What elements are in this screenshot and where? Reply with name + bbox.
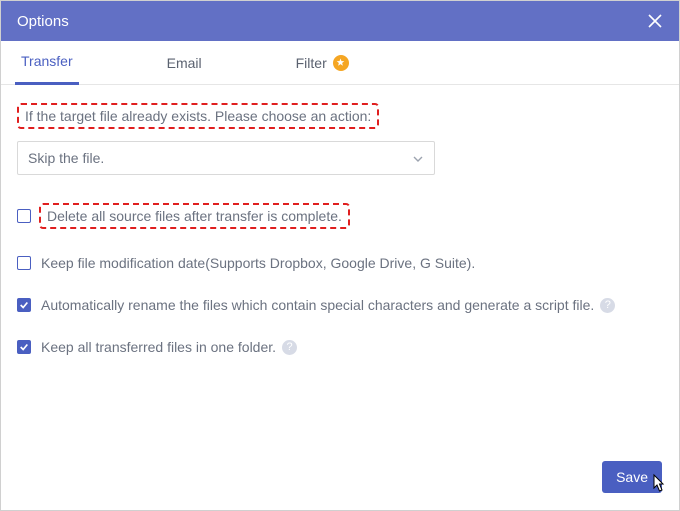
tab-email[interactable]: Email (161, 41, 208, 85)
option-keep-mod-date: Keep file modification date(Supports Dro… (17, 255, 663, 271)
option-label: Keep all transferred files in one folder… (41, 339, 276, 355)
select-value: Skip the file. (28, 150, 104, 166)
option-delete-source: Delete all source files after transfer i… (17, 203, 663, 229)
help-icon[interactable]: ? (282, 340, 297, 355)
tab-label: Filter (296, 55, 327, 71)
tab-filter[interactable]: Filter (290, 41, 355, 85)
checkbox-auto-rename[interactable] (17, 298, 31, 312)
option-label: Delete all source files after transfer i… (39, 203, 350, 229)
option-label: Keep file modification date(Supports Dro… (41, 255, 475, 271)
star-icon (333, 55, 349, 71)
option-auto-rename: Automatically rename the files which con… (17, 297, 663, 313)
chevron-down-icon (412, 152, 424, 164)
dialog-header: Options (1, 1, 679, 41)
conflict-action-select[interactable]: Skip the file. (17, 141, 435, 175)
intro-row: If the target file already exists. Pleas… (17, 103, 663, 129)
intro-text: If the target file already exists. Pleas… (17, 103, 379, 129)
checkbox-delete-source[interactable] (17, 209, 31, 223)
tab-label: Transfer (21, 53, 73, 69)
checkbox-keep-mod-date[interactable] (17, 256, 31, 270)
tab-content: If the target file already exists. Pleas… (1, 85, 679, 355)
checkbox-one-folder[interactable] (17, 340, 31, 354)
option-one-folder: Keep all transferred files in one folder… (17, 339, 663, 355)
dialog-title: Options (17, 13, 69, 30)
help-icon[interactable]: ? (600, 298, 615, 313)
tab-bar: Transfer Email Filter (1, 41, 679, 85)
tab-transfer[interactable]: Transfer (15, 41, 79, 85)
save-button[interactable]: Save (602, 461, 662, 493)
close-icon[interactable] (647, 13, 663, 29)
tab-label: Email (167, 55, 202, 71)
option-label: Automatically rename the files which con… (41, 297, 594, 313)
